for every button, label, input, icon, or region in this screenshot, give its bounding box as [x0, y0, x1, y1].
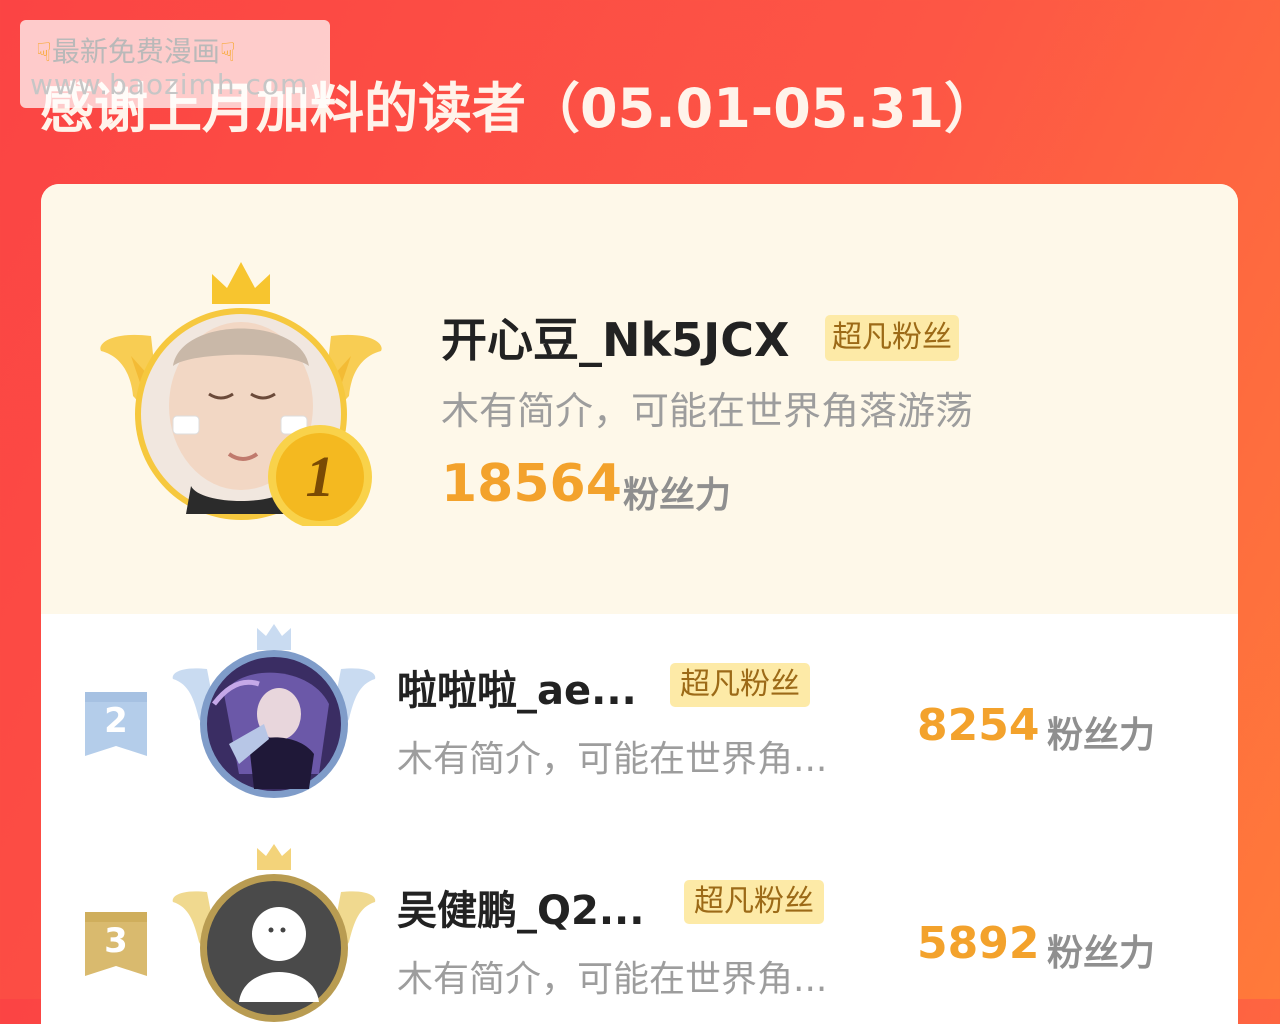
leaderboard-card: 1 开心豆_Nk5JCX 超凡粉丝 木有简介，可能在世界角落游荡 18564 粉…: [41, 184, 1238, 1024]
fan-level-badge: 超凡粉丝: [825, 315, 959, 361]
user-name[interactable]: 开心豆_Nk5JCX: [441, 304, 789, 370]
rank-number: 1: [306, 444, 335, 509]
watermark-text: ☟最新免费漫画☟: [36, 35, 236, 68]
crown-icon: [257, 624, 291, 650]
pointing-down-hand-icon: ☟: [36, 38, 52, 68]
leaderboard-row[interactable]: 3 吴健鹏_Q2... 超凡粉丝 木有简介，可能在世界角... 5892 粉丝力: [41, 834, 1238, 1024]
fan-power-score: 8254: [917, 700, 1040, 751]
fan-power-unit: 粉丝力: [1047, 715, 1156, 756]
fan-level-badge: 超凡粉丝: [670, 663, 810, 707]
crown-icon: [212, 262, 270, 304]
first-place-avatar-frame: 1: [100, 262, 382, 526]
watermark-url: www.baozimh.com: [30, 68, 309, 101]
user-name[interactable]: 吴健鹏_Q2...: [397, 878, 644, 936]
user-bio: 木有简介，可能在世界角落游荡: [441, 389, 974, 433]
fan-power-unit: 粉丝力: [1047, 933, 1156, 974]
user-bio: 木有简介，可能在世界角...: [397, 739, 828, 780]
rank-number: 2: [104, 701, 128, 741]
user-bio: 木有简介，可能在世界角...: [397, 959, 828, 1000]
fan-level-badge: 超凡粉丝: [684, 880, 824, 924]
bronze-rank-flag-icon: 3: [85, 912, 147, 976]
fan-power-score: 18564: [441, 454, 622, 514]
pointing-down-hand-icon: ☟: [219, 38, 236, 68]
user-name[interactable]: 啦啦啦_ae...: [397, 658, 637, 716]
fan-power-score: 5892: [917, 918, 1040, 969]
rank-number: 3: [104, 921, 128, 961]
crown-icon: [257, 844, 291, 870]
silver-rank-flag-icon: 2: [85, 692, 147, 756]
user-avatar[interactable]: [169, 842, 379, 1024]
user-avatar[interactable]: [169, 624, 379, 809]
leaderboard-row[interactable]: 2 啦啦啦_ae... 超凡粉丝 木有简介，可能在世界角... 8254 粉丝力: [41, 614, 1238, 834]
fan-power-unit: 粉丝力: [623, 475, 732, 516]
